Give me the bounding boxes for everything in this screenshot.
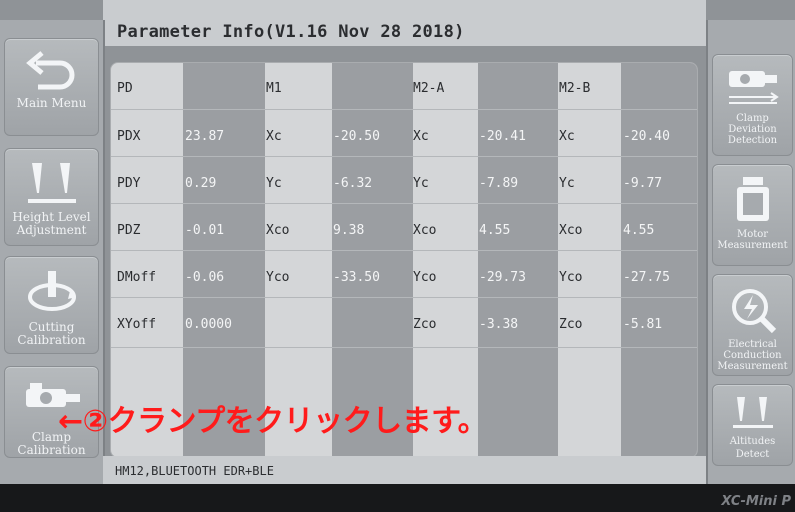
electrical-conduction-measurement-label: Electrical Conduction Measurement — [717, 339, 788, 372]
cutting-calibration-label: Cutting Calibration — [17, 320, 86, 347]
header-bar: Parameter Info(V1.16 Nov 28 2018) — [103, 0, 706, 46]
device-brand: XC-Mini P — [721, 494, 791, 509]
electrical-search-icon — [731, 289, 776, 334]
altitudes-detect-button[interactable]: Altitudes Detect — [712, 384, 793, 466]
param-label: Yco — [559, 270, 583, 285]
param-label: PDZ — [117, 223, 141, 238]
motor-measurement-button[interactable]: Motor Measurement — [712, 164, 793, 266]
param-label: Xc — [266, 129, 282, 144]
param-value: -5.81 — [623, 317, 663, 332]
param-value: -9.77 — [623, 176, 663, 191]
row-divider — [111, 156, 697, 157]
param-label: Yco — [266, 270, 290, 285]
row-divider — [111, 347, 697, 348]
param-label: Yc — [559, 176, 575, 191]
m2a-value-column — [478, 63, 558, 457]
rotation-calibration-icon — [27, 271, 76, 311]
row-divider — [111, 297, 697, 298]
device-bezel: XC-Mini P — [0, 484, 795, 512]
column-header: M2-B — [559, 81, 591, 96]
height-level-adjustment-button[interactable]: Height Level Adjustment — [4, 148, 99, 246]
main-menu-label: Main Menu — [16, 96, 87, 110]
param-label: DMoff — [117, 270, 157, 285]
param-label: Yc — [266, 176, 282, 191]
param-value: -29.73 — [479, 270, 526, 285]
main-menu-button[interactable]: Main Menu — [4, 38, 99, 136]
motor-icon — [736, 177, 769, 221]
annotation-text: ←②クランプをクリックします。 — [58, 404, 488, 439]
param-value: 0.29 — [185, 176, 217, 191]
column-header: PD — [117, 81, 133, 96]
param-value: -20.41 — [479, 129, 526, 144]
param-label: PDY — [117, 176, 141, 191]
motor-measurement-label: Motor Measurement — [717, 229, 788, 251]
param-label: Xc — [413, 129, 429, 144]
param-value: -3.38 — [479, 317, 519, 332]
param-label: Xc — [559, 129, 575, 144]
return-arrow-icon — [25, 51, 74, 90]
param-value: -27.75 — [623, 270, 670, 285]
param-value: 9.38 — [333, 223, 365, 238]
param-value: -0.01 — [185, 223, 225, 238]
param-label: Zco — [413, 317, 437, 332]
param-label: Yc — [413, 176, 429, 191]
m2b-value-column — [621, 63, 697, 457]
device-screen: Parameter Info(V1.16 Nov 28 2018) Main M… — [0, 0, 795, 512]
param-label: Xco — [559, 223, 583, 238]
row-divider — [111, 109, 697, 110]
row-divider — [111, 203, 697, 204]
height-probe-icon — [27, 163, 76, 203]
param-label: Xco — [266, 223, 290, 238]
param-value: -6.32 — [333, 176, 373, 191]
clamp-deviation-icon — [728, 71, 779, 104]
column-header: M1 — [266, 81, 282, 96]
height-level-adjustment-label: Height Level Adjustment — [12, 210, 91, 237]
page-title: Parameter Info(V1.16 Nov 28 2018) — [117, 22, 465, 42]
bluetooth-status: HM12,BLUETOOTH EDR+BLE — [115, 464, 274, 478]
param-value: 4.55 — [623, 223, 655, 238]
altitudes-detect-label: Altitudes Detect — [729, 436, 776, 460]
cutting-calibration-button[interactable]: Cutting Calibration — [4, 256, 99, 354]
param-label: Xco — [413, 223, 437, 238]
status-footer: HM12,BLUETOOTH EDR+BLE — [103, 456, 706, 484]
right-sidebar: Clamp Deviation Detection Motor Measurem… — [706, 20, 795, 484]
param-value: -20.50 — [333, 129, 380, 144]
param-value: 4.55 — [479, 223, 511, 238]
param-value: 0.0000 — [185, 317, 232, 332]
electrical-conduction-measurement-button[interactable]: Electrical Conduction Measurement — [712, 274, 793, 376]
column-header: M2-A — [413, 81, 445, 96]
clamp-deviation-detection-label: Clamp Deviation Detection — [727, 113, 778, 146]
param-value: 23.87 — [185, 129, 225, 144]
param-label: PDX — [117, 129, 141, 144]
row-divider — [111, 250, 697, 251]
clamp-deviation-detection-button[interactable]: Clamp Deviation Detection — [712, 54, 793, 156]
param-label: XYoff — [117, 317, 157, 332]
param-value: -7.89 — [479, 176, 519, 191]
param-value: -33.50 — [333, 270, 380, 285]
param-value: -0.06 — [185, 270, 225, 285]
altitude-probe-icon — [732, 397, 773, 428]
param-label: Yco — [413, 270, 437, 285]
param-value: -20.40 — [623, 129, 670, 144]
param-label: Zco — [559, 317, 583, 332]
